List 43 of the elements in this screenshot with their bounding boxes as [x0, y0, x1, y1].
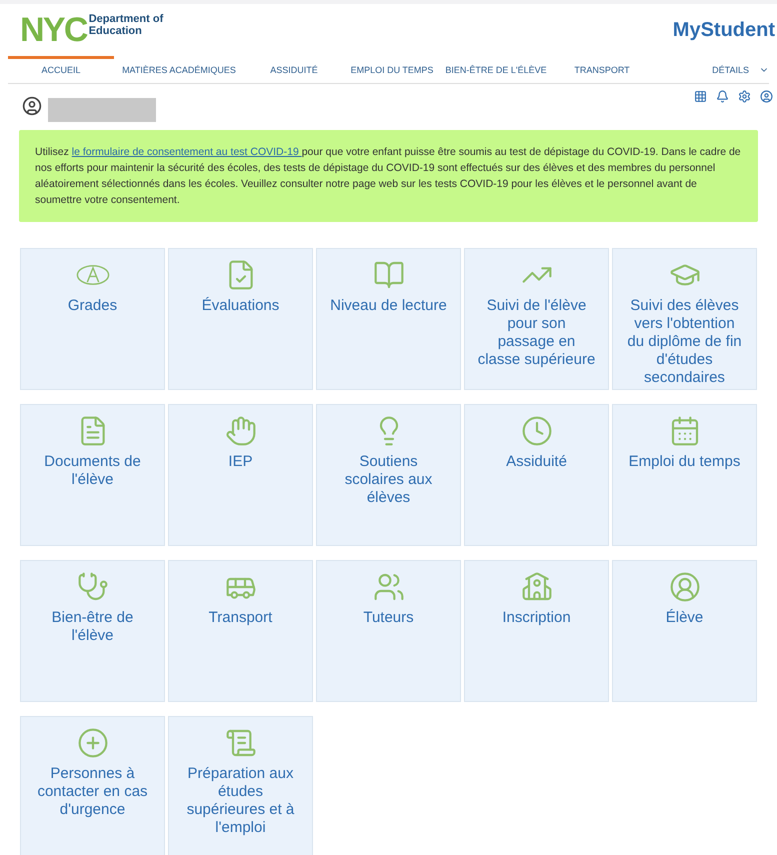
module-tile[interactable]: Évaluations — [168, 248, 313, 390]
org-name: Department of — [88, 13, 164, 25]
school-icon — [520, 571, 554, 603]
nav-tab[interactable]: MATIÈRES ACADÉMIQUES — [114, 56, 244, 83]
module-tile[interactable]: Emploi du temps — [612, 404, 757, 546]
module-tile[interactable]: Bien-être de l'élève — [20, 560, 165, 702]
nav-tab[interactable]: ASSIDUITÉ — [244, 56, 344, 83]
user-account-icon[interactable] — [760, 90, 773, 103]
apps-grid-icon[interactable] — [694, 90, 707, 103]
module-tile[interactable]: Assiduité — [464, 404, 609, 546]
nav-tab[interactable]: DÉTAILS — [702, 56, 759, 83]
module-tile[interactable]: Transport — [168, 560, 313, 702]
module-tile[interactable]: Niveau de lecture — [316, 248, 461, 390]
module-tile[interactable]: IEP — [168, 404, 313, 546]
clock-icon — [520, 415, 554, 447]
medical-cross-icon — [76, 727, 110, 759]
settings-icon[interactable] — [738, 90, 751, 103]
open-book-icon — [372, 259, 406, 291]
module-tile[interactable]: Inscription — [464, 560, 609, 702]
people-icon — [372, 571, 406, 603]
nav-tab[interactable]: EMPLOI DU TEMPS — [344, 56, 440, 83]
diploma-icon — [224, 727, 258, 759]
module-tile[interactable]: Préparation aux études supérieures et à l'emploi — [168, 716, 313, 855]
module-tile[interactable]: Élève — [612, 560, 757, 702]
module-tile[interactable]: Personnes à contacter en cas d'urgence — [20, 716, 165, 855]
module-tile[interactable]: Tuteurs — [316, 560, 461, 702]
module-tile[interactable]: Suivi des élèves vers l'obtention du diplôme de fin d'études secondaires — [612, 248, 757, 390]
module-tile[interactable]: Soutiens scolaires aux élèves — [316, 404, 461, 546]
module-tile[interactable]: Grades — [20, 248, 165, 390]
module-tile[interactable]: Documents de l'élève — [20, 404, 165, 546]
nav-tab[interactable]: ACCUEIL — [8, 56, 114, 83]
notification-bell-icon[interactable] — [716, 90, 729, 103]
consent-form-link[interactable]: le formulaire de consentement au test COVID-19 — [72, 146, 302, 158]
user-profile-icon — [668, 571, 702, 603]
nav-tab[interactable]: BIEN-ÊTRE DE L'ÉLÈVE — [440, 56, 552, 83]
avatar-icon — [22, 96, 42, 116]
module-tile[interactable]: Suivi de l'élève pour son passage en classe supérieure — [464, 248, 609, 390]
nav-tab[interactable]: TRANSPORT — [552, 56, 652, 83]
org-name: Education — [88, 25, 143, 37]
nyc-logo: NYC — [20, 13, 87, 47]
hand-icon — [224, 415, 258, 447]
app-title: MyStudent — [672, 18, 775, 43]
notice-text: Utilisez le formulaire de consentement au test COVID-19 pour que votre enfant puisse être soumis au test de dépistage du COVID-19. Dans le cadre de nos efforts pour maintenir la sécurité des écoles, des tests de dépistage du COVID-19 sont effectués sur des élèves et des membres du personnel aléatoirement sélectionnés dans les écoles. Veuillez consulter notre page web sur les tests COVID-19 pour les élèves et le personnel avant de soumettre votre consentement. — [35, 145, 742, 208]
